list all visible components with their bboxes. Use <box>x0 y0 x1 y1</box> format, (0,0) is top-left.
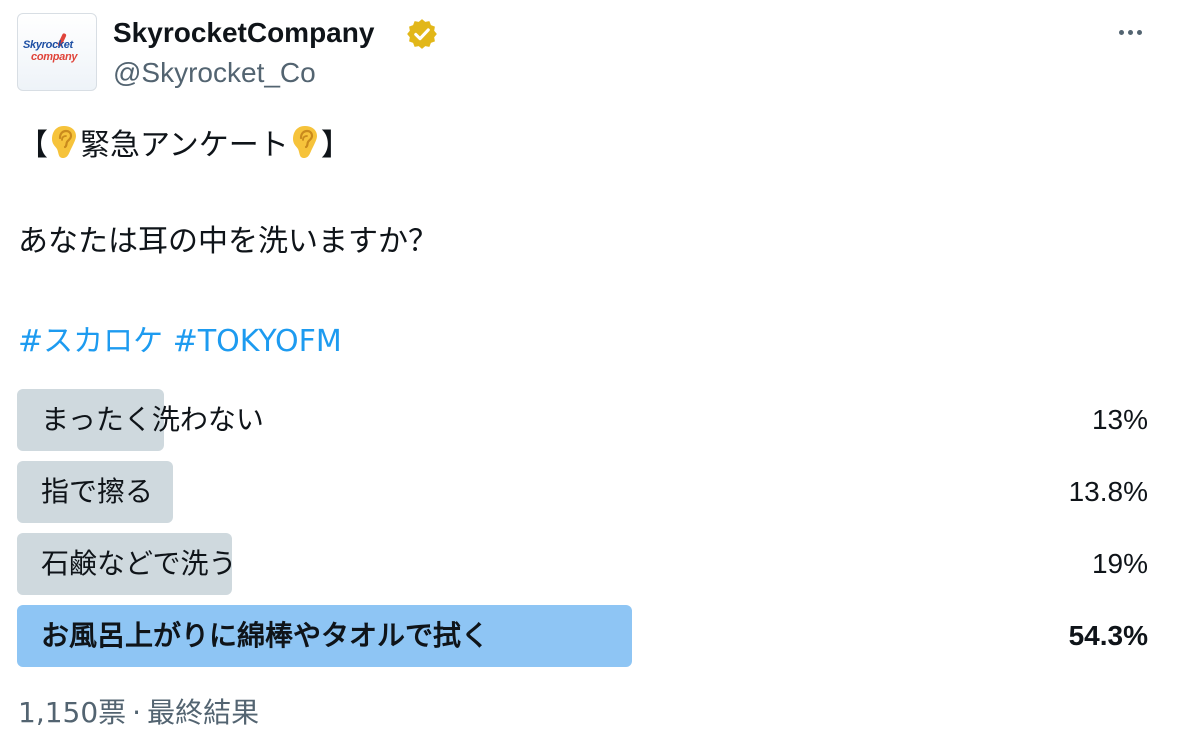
verified-badge-icon[interactable] <box>405 17 439 51</box>
poll-footer-separator: · <box>132 696 142 729</box>
poll-option: 石鹸などで洗う 19% <box>17 533 1148 595</box>
bracket-close: 】 <box>320 128 351 163</box>
poll-option-label: お風呂上がりに綿棒やタオルで拭く <box>41 619 490 652</box>
more-dot <box>1127 29 1133 35</box>
poll-option-label: 指で擦る <box>41 475 154 508</box>
poll-option-percent: 54.3% <box>1068 620 1148 651</box>
avatar[interactable]: Skyrocket company <box>17 13 97 91</box>
poll-option-percent: 13.8% <box>1068 476 1148 507</box>
tweet-title-line: 【 緊急アンケート 】 <box>18 124 351 166</box>
hashtag-line: #スカロケ #TOKYOFM <box>18 322 342 362</box>
poll-footer: 1,150票 · 最終結果 <box>18 693 259 733</box>
more-horizontal-icon[interactable] <box>1112 18 1148 46</box>
poll-option-label: まったく洗わない <box>41 403 264 436</box>
ear-emoji-icon <box>292 126 317 158</box>
bracket-open: 【 <box>18 128 48 163</box>
avatar-logo-bottom: company <box>31 51 78 63</box>
poll-vote-count: 1,150票 <box>18 696 127 729</box>
more-dot <box>1118 29 1124 35</box>
more-dot <box>1136 29 1142 35</box>
handle[interactable]: @Skyrocket_Co <box>113 56 316 90</box>
tweet-question: あなたは耳の中を洗いますか？ <box>18 224 438 259</box>
poll-option-winner: お風呂上がりに綿棒やタオルで拭く 54.3% <box>17 605 1148 667</box>
avatar-logo-top: Skyrocket <box>23 39 73 51</box>
hashtag-link[interactable]: #TOKYOFM <box>173 324 342 359</box>
poll-option-percent: 13% <box>1091 404 1148 435</box>
display-name[interactable]: SkyrocketCompany <box>113 16 374 50</box>
poll-option-label: 石鹸などで洗う <box>41 547 237 580</box>
poll-option-percent: 19% <box>1091 548 1148 579</box>
poll-status: 最終結果 <box>147 696 260 729</box>
hashtag-link[interactable]: #スカロケ <box>18 324 163 359</box>
poll-option: 指で擦る 13.8% <box>17 461 1148 523</box>
ear-emoji-icon <box>52 126 76 158</box>
poll-option: まったく洗わない 13% <box>17 389 1148 451</box>
tweet: Skyrocket company SkyrocketCompany @Skyr… <box>0 0 1178 746</box>
tweet-title: 緊急アンケート <box>80 128 289 163</box>
